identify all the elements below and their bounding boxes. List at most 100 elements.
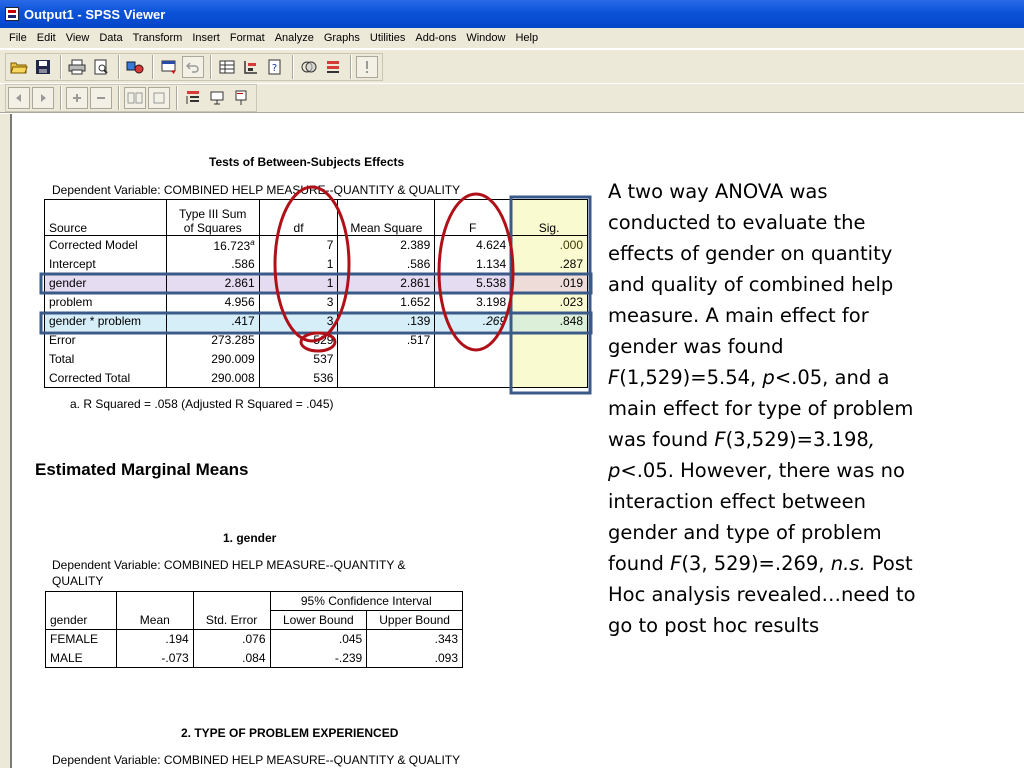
blank-cell (115, 591, 194, 611)
insert-title-icon[interactable] (206, 87, 228, 109)
table-row: MALE -.073 .084 -.239 .093 (45, 648, 463, 668)
toolbar-separator (60, 86, 62, 110)
row-ss: 4.956 (165, 292, 260, 312)
menu-add-ons[interactable]: Add-ons (410, 29, 461, 47)
row-source: gender * problem (44, 311, 167, 331)
window-title: Output1 - SPSS Viewer (24, 6, 166, 22)
row-ms: .139 (337, 311, 436, 331)
anova-dependent-variable: Dependent Variable: COMBINED HELP MEASUR… (52, 183, 461, 197)
title-bar: Output1 - SPSS Viewer (0, 0, 1024, 28)
save-icon[interactable] (32, 56, 54, 78)
run-icon[interactable] (356, 55, 378, 78)
summary-part: (3,529)=3.198 (725, 428, 869, 451)
problem-table-title: 2. TYPE OF PROBLEM EXPERIENCED (181, 726, 399, 740)
undo-icon[interactable] (182, 55, 204, 78)
insert-heading-icon[interactable] (182, 87, 204, 109)
anova-table[interactable]: Source Type III Sum of Squares df Mean S… (44, 199, 588, 388)
row-ss: .586 (165, 254, 260, 274)
gender-table-title: 1. gender (223, 531, 277, 545)
dep-var-line2: QUALITY (52, 574, 104, 588)
spss-app-icon[interactable] (5, 7, 19, 21)
menu-file[interactable]: File (4, 29, 32, 47)
goto-case-icon[interactable] (240, 56, 262, 78)
row-mean: .194 (115, 629, 194, 649)
row-sig: .287 (510, 254, 588, 274)
row-gender: FEMALE (45, 629, 117, 649)
row-sig: .848 (510, 311, 588, 331)
promote-icon[interactable] (8, 87, 30, 109)
table-row: FEMALE .194 .076 .045 .343 (45, 629, 463, 649)
row-ms (337, 368, 436, 388)
export-icon[interactable] (124, 56, 146, 78)
toolbar-separator (118, 86, 120, 110)
insert-text-icon[interactable] (230, 87, 252, 109)
menu-transform[interactable]: Transform (128, 29, 188, 47)
open-icon[interactable] (8, 56, 30, 78)
collapse-icon[interactable] (90, 87, 112, 109)
summary-ns-label: n.s. (830, 552, 866, 575)
row-f: 3.198 (434, 292, 512, 312)
row-ms: 1.652 (337, 292, 436, 312)
toolbar-separator (292, 54, 294, 79)
toolbar-separator (152, 54, 154, 79)
summary-part: (1,529)=5.54, (619, 366, 763, 389)
anova-header-row: Source Type III Sum of Squares df Mean S… (44, 199, 588, 236)
row-mean: -.073 (115, 648, 194, 668)
row-source: Total (44, 349, 167, 369)
toolbar-separator (118, 54, 120, 79)
outline-pane[interactable] (0, 114, 12, 768)
table-row: problem 4.956 3 1.652 3.198 .023 (44, 292, 588, 312)
row-df: 3 (258, 311, 339, 331)
print-icon[interactable] (66, 56, 88, 78)
menu-format[interactable]: Format (225, 29, 270, 47)
menu-view[interactable]: View (61, 29, 95, 47)
row-source: gender (44, 273, 167, 293)
menu-data[interactable]: Data (94, 29, 127, 47)
print-preview-icon[interactable] (90, 56, 112, 78)
gender-means-table[interactable]: 95% Confidence Interval gender Mean Std.… (45, 591, 463, 668)
header-df: df (258, 199, 339, 236)
expand-icon[interactable] (66, 87, 88, 109)
gender-header-row: gender Mean Std. Error Lower Bound Upper… (45, 610, 463, 630)
gender-dependent-variable: Dependent Variable: COMBINED HELP MEASUR… (52, 557, 405, 589)
row-ub: .343 (366, 629, 463, 649)
summary-f-symbol: F (714, 428, 726, 451)
row-sig: .023 (510, 292, 588, 312)
row-se: .076 (192, 629, 271, 649)
row-source: Intercept (44, 254, 167, 274)
designate-window-icon[interactable] (322, 56, 344, 78)
menu-window[interactable]: Window (461, 29, 510, 47)
hide-icon[interactable] (148, 87, 170, 109)
row-f: .269 (434, 311, 512, 331)
ci-header: 95% Confidence Interval (269, 591, 463, 611)
anova-footnote: a. R Squared = .058 (Adjusted R Squared … (70, 397, 334, 411)
menu-edit[interactable]: Edit (32, 29, 61, 47)
row-sig: .019 (510, 273, 588, 293)
row-lb: .045 (269, 629, 368, 649)
menu-insert[interactable]: Insert (187, 29, 225, 47)
toolbar-separator (176, 86, 178, 110)
row-ss: 290.008 (165, 368, 260, 388)
blank-cell (45, 591, 117, 611)
row-ms: .586 (337, 254, 436, 274)
row-f: 5.538 (434, 273, 512, 293)
use-sets-icon[interactable] (298, 56, 320, 78)
row-sig (510, 368, 588, 388)
table-row-interaction: gender * problem .417 3 .139 .269 .848 (44, 311, 588, 331)
menu-analyze[interactable]: Analyze (270, 29, 319, 47)
demote-icon[interactable] (32, 87, 54, 109)
menu-graphs[interactable]: Graphs (319, 29, 365, 47)
menu-help[interactable]: Help (510, 29, 543, 47)
row-f: 4.624 (434, 235, 512, 255)
menu-utilities[interactable]: Utilities (365, 29, 410, 47)
goto-data-icon[interactable] (216, 56, 238, 78)
row-df: 536 (258, 368, 339, 388)
dialog-recall-icon[interactable] (158, 56, 180, 78)
row-source: Corrected Model (44, 235, 167, 255)
header-gender: gender (45, 610, 117, 630)
row-sig: .000 (510, 235, 588, 255)
variables-icon[interactable]: ? (264, 56, 286, 78)
show-icon[interactable] (124, 87, 146, 109)
summary-f-symbol: F (670, 552, 682, 575)
toolbar-group-outline (5, 84, 257, 112)
